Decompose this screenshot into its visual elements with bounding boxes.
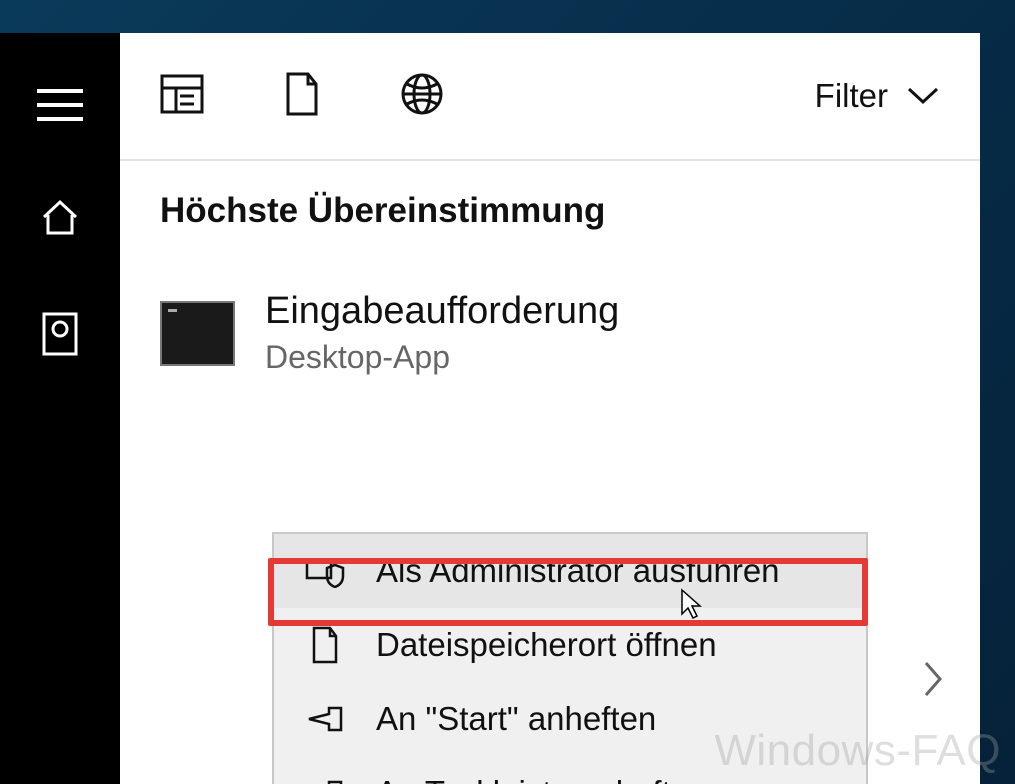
filter-toolbar: Filter (120, 33, 980, 161)
documents-tab-icon[interactable] (284, 72, 320, 121)
web-tab-icon[interactable] (400, 72, 444, 121)
menu-item-pin-to-start[interactable]: An "Start" anheften (274, 682, 866, 756)
search-results-panel: Filter Höchste Übereinstimmung Eingabeau… (120, 33, 980, 784)
menu-label: Als Administrator ausführen (376, 552, 780, 590)
context-menu: Als Administrator ausführen Dateispeiche… (272, 532, 868, 784)
home-icon[interactable] (40, 197, 80, 237)
command-prompt-icon (160, 301, 235, 366)
filter-label: Filter (815, 77, 888, 115)
filter-dropdown[interactable]: Filter (815, 77, 940, 115)
expand-details-icon[interactable] (922, 659, 944, 704)
pin-icon (304, 704, 346, 734)
device-icon[interactable] (42, 312, 78, 356)
admin-shield-icon (304, 554, 346, 588)
best-match-result[interactable]: Eingabeaufforderung Desktop-App (160, 291, 940, 376)
result-name: Eingabeaufforderung (265, 291, 619, 333)
menu-label: Dateispeicherort öffnen (376, 626, 717, 664)
chevron-down-icon (906, 86, 940, 106)
left-rail (0, 33, 120, 784)
menu-icon[interactable] (37, 88, 83, 122)
menu-item-run-as-admin[interactable]: Als Administrator ausführen (274, 534, 866, 608)
menu-label: An "Start" anheften (376, 700, 656, 738)
apps-tab-icon[interactable] (160, 74, 204, 119)
section-title: Höchste Übereinstimmung (160, 191, 940, 231)
menu-item-pin-to-taskbar[interactable]: An Taskleiste anheften (274, 756, 866, 784)
menu-label: An Taskleiste anheften (376, 774, 707, 784)
folder-open-icon (304, 626, 346, 664)
search-panel-window: Filter Höchste Übereinstimmung Eingabeau… (0, 33, 980, 784)
menu-item-open-file-location[interactable]: Dateispeicherort öffnen (274, 608, 866, 682)
result-subtitle: Desktop-App (265, 339, 619, 376)
pin-icon (304, 778, 346, 784)
